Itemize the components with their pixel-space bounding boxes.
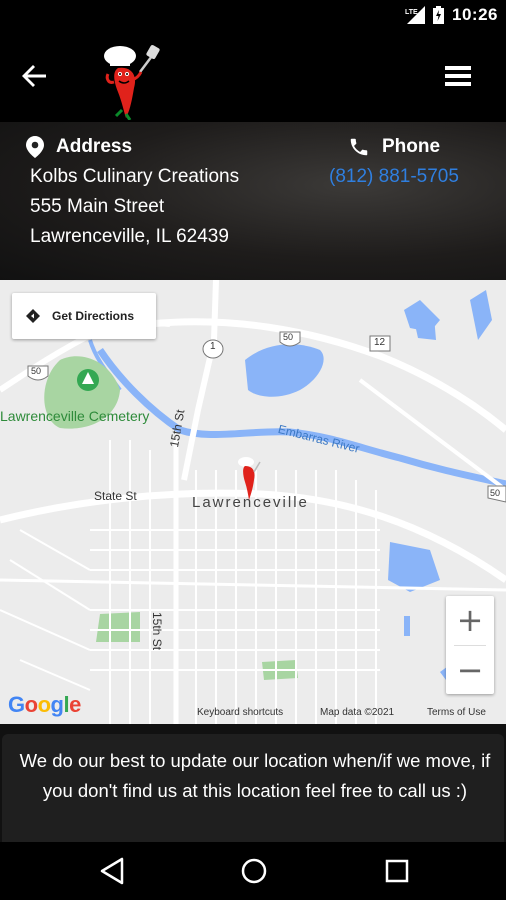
lte-signal-icon: LTE — [405, 6, 426, 24]
city-state-zip: Lawrenceville, IL 62439 — [30, 226, 229, 247]
chef-pepper-logo — [104, 45, 160, 120]
nav-back-icon[interactable] — [98, 856, 126, 886]
address-header: Address — [26, 136, 132, 158]
hwy-12-label: 12 — [374, 337, 386, 348]
app-bar — [0, 32, 506, 122]
get-directions-button[interactable]: Get Directions — [12, 293, 156, 339]
directions-icon — [26, 309, 40, 323]
svg-text:LTE: LTE — [405, 9, 418, 16]
fifteenth-st-bottom-label: 15th St — [150, 612, 164, 651]
back-arrow-icon[interactable] — [18, 60, 50, 92]
cemetery-label: Lawrenceville Cemetery — [0, 408, 150, 424]
status-time: 10:26 — [452, 5, 498, 24]
business-name: Kolbs Culinary Creations — [30, 166, 240, 187]
map-view[interactable]: 50 50 50 1 12 Lawrenceville Cemetery Law… — [0, 280, 506, 724]
phone-label: Phone — [382, 136, 441, 157]
map-data-attribution: Map data ©2021 — [320, 707, 395, 718]
zoom-out-button[interactable]: − — [446, 646, 494, 694]
get-directions-label: Get Directions — [52, 309, 135, 323]
restaurant-marker-icon[interactable] — [236, 456, 264, 500]
location-note-card: We do our best to update our location wh… — [2, 734, 504, 842]
phone-number-link[interactable]: (812) 881-5705 — [329, 166, 459, 188]
hamburger-menu-icon[interactable] — [442, 60, 474, 92]
hwy-1-label: 1 — [210, 341, 216, 352]
street-address: 555 Main Street — [30, 196, 165, 217]
nav-home-icon[interactable] — [240, 857, 268, 885]
phone-icon — [350, 138, 368, 156]
terms-of-use-link[interactable]: Terms of Use — [427, 707, 486, 718]
location-note-section: We do our best to update our location wh… — [0, 724, 506, 842]
state-st-label: State St — [94, 489, 137, 503]
phone-header: Phone — [348, 136, 440, 158]
address-label: Address — [56, 136, 133, 157]
contact-info-section: Address Kolbs Culinary Creations 555 Mai… — [0, 122, 506, 280]
status-icons: LTE 10:26 — [405, 5, 498, 25]
google-logo: Google — [8, 692, 81, 717]
location-pin-icon — [26, 136, 44, 158]
zoom-controls: + − — [446, 596, 494, 694]
status-bar: LTE 10:26 — [0, 0, 506, 32]
zoom-in-button[interactable]: + — [446, 596, 494, 644]
keyboard-shortcuts-link[interactable]: Keyboard shortcuts — [197, 707, 283, 718]
system-nav-bar — [0, 842, 506, 900]
nav-recents-icon[interactable] — [384, 858, 410, 884]
hwy-50-left-label: 50 — [31, 366, 42, 376]
battery-charging-icon — [433, 6, 445, 24]
hwy-50-right-label: 50 — [490, 488, 501, 498]
location-note-text: We do our best to update our location wh… — [19, 750, 491, 801]
hwy-50-mid-label: 50 — [283, 332, 294, 342]
